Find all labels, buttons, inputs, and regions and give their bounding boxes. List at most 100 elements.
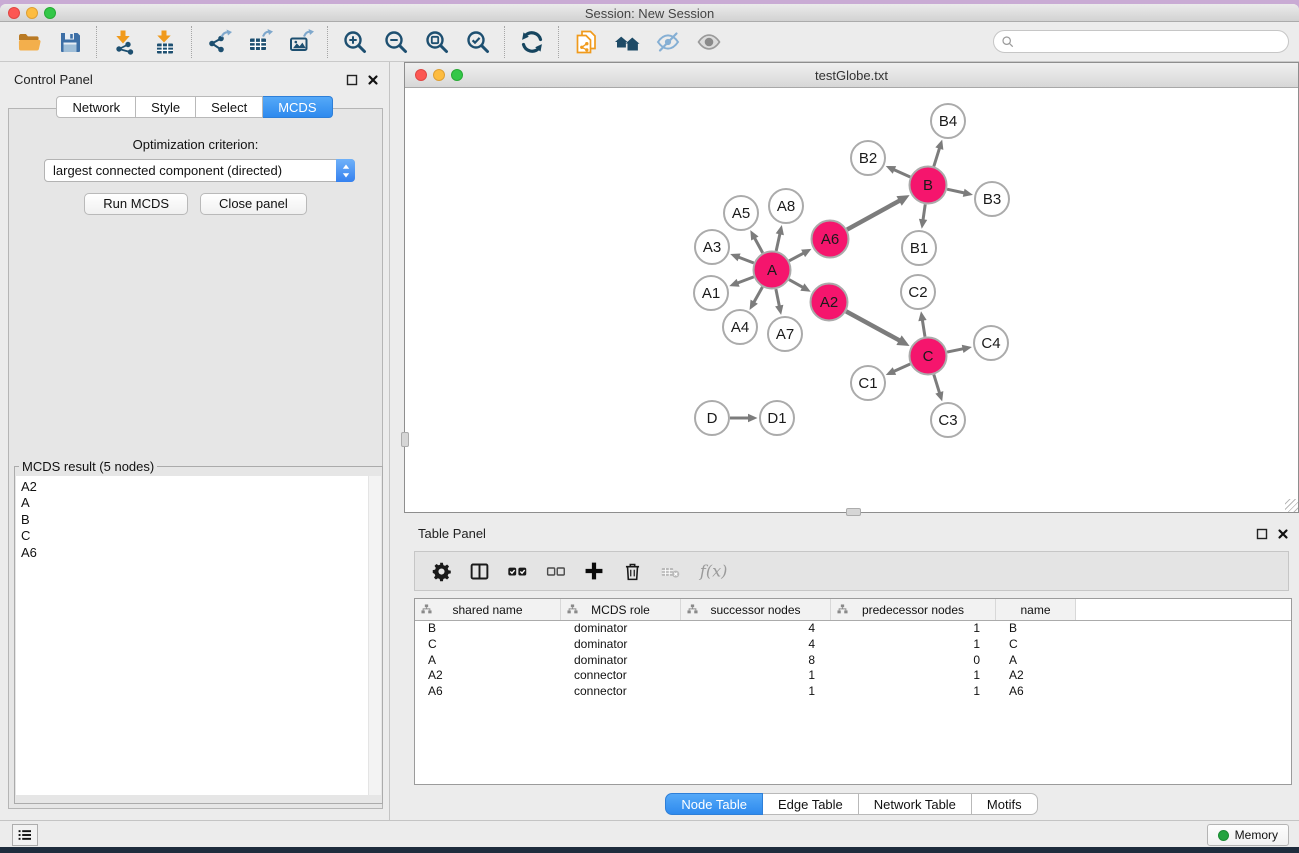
mcds-result-title: MCDS result (5 nodes) [19, 459, 157, 474]
column-header-MCDS-role[interactable]: MCDS role [561, 599, 681, 620]
float-panel-icon[interactable] [345, 73, 358, 86]
plus-button[interactable] [583, 560, 605, 582]
graph-node-D[interactable]: D [695, 401, 729, 435]
tab-edge-table[interactable]: Edge Table [763, 793, 859, 815]
tab-style[interactable]: Style [136, 96, 196, 118]
graph-node-C1[interactable]: C1 [851, 366, 885, 400]
cell-MCDS-role: dominator [561, 653, 681, 669]
zoom-fit-button[interactable] [416, 25, 457, 59]
splitter-grip-left[interactable] [401, 432, 409, 447]
graph-node-B[interactable]: B [910, 167, 947, 204]
home-button[interactable] [606, 25, 647, 59]
trash-button[interactable] [622, 561, 643, 582]
zoom-in-button[interactable] [334, 25, 375, 59]
resize-corner[interactable] [1285, 499, 1298, 512]
graph-node-A8[interactable]: A8 [769, 189, 803, 223]
main-toolbar [0, 22, 1299, 62]
graph-node-D1[interactable]: D1 [760, 401, 794, 435]
result-list-item[interactable]: A2 [16, 479, 381, 495]
network-canvas[interactable]: A A1 A2 A3 A4 A5 A6 A7 A8 B B1 B2 B3 B4 C C1 C2 C3 C4 D D1 [405, 88, 1298, 512]
checkbox-unchecked-pair-button[interactable] [545, 561, 566, 582]
table-row[interactable]: A6connector11A6 [415, 684, 1291, 700]
show-hidden-button[interactable] [688, 25, 729, 59]
search-input[interactable] [1019, 35, 1288, 49]
graph-node-C2[interactable]: C2 [901, 275, 935, 309]
export-table-button[interactable] [239, 25, 280, 59]
memory-button[interactable]: Memory [1207, 824, 1289, 846]
refresh-button[interactable] [511, 25, 552, 59]
network-titlebar[interactable]: testGlobe.txt [405, 63, 1298, 88]
delete-table-button[interactable] [660, 561, 681, 582]
column-header-name[interactable]: name [996, 599, 1076, 620]
result-list-item[interactable]: C [16, 528, 381, 544]
zoom-out-button[interactable] [375, 25, 416, 59]
graph-node-B3[interactable]: B3 [975, 182, 1009, 216]
result-scrollbar[interactable] [368, 476, 381, 795]
table-row[interactable]: Adominator80A [415, 653, 1291, 669]
open-file-button[interactable] [8, 25, 49, 59]
svg-text:A5: A5 [732, 205, 750, 222]
graph-node-B2[interactable]: B2 [851, 141, 885, 175]
graph-node-A3[interactable]: A3 [695, 230, 729, 264]
column-header-successor-nodes[interactable]: successor nodes [681, 599, 831, 620]
import-network-button[interactable] [103, 25, 144, 59]
tab-network[interactable]: Network [56, 96, 136, 118]
tab-node-table[interactable]: Node Table [665, 793, 763, 815]
shared-column-icon [567, 604, 578, 618]
splitter-grip-bottom[interactable] [846, 508, 861, 516]
save-session-button[interactable] [49, 25, 90, 59]
session-title: Session: New Session [0, 6, 1299, 21]
zoom-selected-button[interactable] [457, 25, 498, 59]
tab-network-table[interactable]: Network Table [859, 793, 972, 815]
graph-node-A7[interactable]: A7 [768, 317, 802, 351]
task-history-button[interactable] [12, 824, 38, 846]
table-row[interactable]: Cdominator41C [415, 637, 1291, 653]
function-builder-button[interactable]: f(x) [698, 561, 732, 582]
graph-node-A2[interactable]: A2 [811, 284, 848, 321]
column-header-predecessor-nodes[interactable]: predecessor nodes [831, 599, 996, 620]
graph-node-A6[interactable]: A6 [812, 221, 849, 258]
graph-node-A5[interactable]: A5 [724, 196, 758, 230]
graph-node-B1[interactable]: B1 [902, 231, 936, 265]
import-table-button[interactable] [144, 25, 185, 59]
svg-text:C2: C2 [908, 284, 927, 301]
graph-node-A1[interactable]: A1 [694, 276, 728, 310]
arrowhead [729, 279, 739, 287]
svg-text:C3: C3 [938, 412, 957, 429]
edge-A2-C [846, 311, 900, 340]
network-from-selection-button[interactable] [565, 25, 606, 59]
tab-motifs[interactable]: Motifs [972, 793, 1038, 815]
graph-node-C4[interactable]: C4 [974, 326, 1008, 360]
tab-mcds[interactable]: MCDS [263, 96, 332, 118]
svg-text:B1: B1 [910, 240, 928, 257]
close-table-panel-icon[interactable] [1276, 527, 1289, 540]
graph-node-C[interactable]: C [910, 338, 947, 375]
float-table-panel-icon[interactable] [1255, 527, 1268, 540]
cell-name: A [996, 653, 1076, 669]
table-row[interactable]: Bdominator41B [415, 621, 1291, 637]
graph-node-C3[interactable]: C3 [931, 403, 965, 437]
table-row[interactable]: A2connector11A2 [415, 668, 1291, 684]
export-network-button[interactable] [198, 25, 239, 59]
optimization-criterion-dropdown[interactable]: largest connected component (directed) [44, 159, 355, 182]
column-header-shared-name[interactable]: shared name [415, 599, 561, 620]
graph-node-A[interactable]: A [754, 252, 791, 289]
svg-text:A1: A1 [702, 285, 720, 302]
tab-select[interactable]: Select [196, 96, 263, 118]
close-panel-icon[interactable] [366, 73, 379, 86]
hide-selected-button[interactable] [647, 25, 688, 59]
result-list-item[interactable]: B [16, 512, 381, 528]
graph-node-A4[interactable]: A4 [723, 310, 757, 344]
search-box[interactable] [993, 30, 1289, 53]
cell-successor-nodes: 1 [681, 668, 831, 684]
run-mcds-button[interactable]: Run MCDS [84, 193, 188, 215]
export-image-button[interactable] [280, 25, 321, 59]
checkbox-checked-pair-button[interactable] [507, 561, 528, 582]
split-columns-button[interactable] [469, 561, 490, 582]
close-panel-button[interactable]: Close panel [200, 193, 307, 215]
result-list-item[interactable]: A [16, 495, 381, 511]
graph-node-B4[interactable]: B4 [931, 104, 965, 138]
gear-button[interactable] [431, 561, 452, 582]
result-list-item[interactable]: A6 [16, 545, 381, 561]
svg-text:A6: A6 [821, 231, 839, 248]
